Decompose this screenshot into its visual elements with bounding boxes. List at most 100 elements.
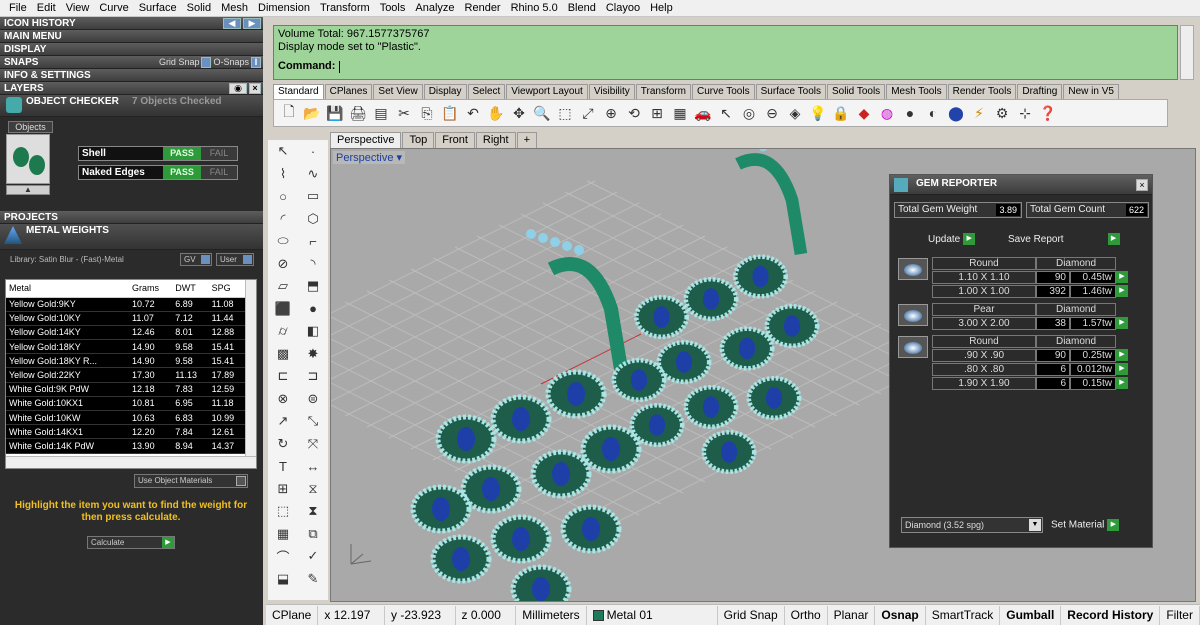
- table-row[interactable]: Yellow Gold:9KY 10.72 6.89 11.08: [6, 297, 246, 312]
- panel-header-snaps[interactable]: SNAPS Grid Snap O-Snaps I: [0, 56, 263, 69]
- copy-tool-icon[interactable]: ⤡: [298, 410, 328, 432]
- current-layer[interactable]: Metal 01: [587, 605, 718, 625]
- metal-weights-table[interactable]: Metal Grams DWT SPG Yellow Gold:9KY 10.72 6.8…: [5, 279, 257, 469]
- gem-size-row[interactable]: .80 X .80 6 0.012tw ▶: [932, 363, 1128, 376]
- dimension-icon[interactable]: ↔: [298, 455, 328, 477]
- status-toggle-smarttrack[interactable]: SmartTrack: [926, 605, 1001, 625]
- solid-edit-icon[interactable]: ⬚: [268, 500, 298, 522]
- split-icon[interactable]: ⊜: [298, 388, 328, 410]
- move-icon[interactable]: ✥: [508, 102, 530, 124]
- rectangle-icon[interactable]: ▭: [298, 185, 328, 207]
- gem-size-row[interactable]: 1.90 X 1.90 6 0.15tw ▶: [932, 377, 1128, 390]
- open-folder-icon[interactable]: 📂: [301, 102, 323, 124]
- status-toggle-gumball[interactable]: Gumball: [1000, 605, 1062, 625]
- lock-icon[interactable]: 🔒: [830, 102, 852, 124]
- menu-tools[interactable]: Tools: [375, 2, 411, 14]
- menu-blend[interactable]: Blend: [563, 2, 601, 14]
- check-icon[interactable]: ✓: [298, 545, 328, 567]
- status-toggle-record-history[interactable]: Record History: [1061, 605, 1161, 625]
- rotate-view-icon[interactable]: ⟲: [623, 102, 645, 124]
- render-icon[interactable]: ⬤: [945, 102, 967, 124]
- add-viewport-tab[interactable]: +: [516, 132, 538, 148]
- material-icon[interactable]: ◆: [853, 102, 875, 124]
- select-gems-button[interactable]: ▶: [1116, 317, 1128, 329]
- trim-icon[interactable]: ⊐: [298, 365, 328, 387]
- viewport-title[interactable]: Perspective ▾: [333, 151, 406, 164]
- analyze-icon[interactable]: ⧗: [298, 500, 328, 522]
- sphere-icon[interactable]: ●: [298, 298, 328, 320]
- update-button[interactable]: Update ▶: [928, 233, 976, 247]
- four-view-icon[interactable]: ⊞: [646, 102, 668, 124]
- ellipse-icon[interactable]: ⬭: [268, 230, 298, 252]
- copy-icon[interactable]: ⎘: [416, 102, 438, 124]
- set-material-button[interactable]: Set Material ▶: [1051, 519, 1120, 531]
- move-tool-icon[interactable]: ↗: [268, 410, 298, 432]
- column-header-dwt[interactable]: DWT: [172, 280, 209, 298]
- mesh-icon[interactable]: ▩: [268, 343, 298, 365]
- cylinder-icon[interactable]: ⌭: [268, 320, 298, 342]
- tab-set-view[interactable]: Set View: [373, 84, 423, 99]
- status-toggle-filter[interactable]: Filter: [1160, 605, 1200, 625]
- offset-icon[interactable]: ⊘: [268, 253, 298, 275]
- grid-array-icon[interactable]: ▦: [268, 523, 298, 545]
- render-sphere-icon[interactable]: ●: [899, 102, 921, 124]
- point-icon[interactable]: ◎: [738, 102, 760, 124]
- cut-icon[interactable]: ✂: [393, 102, 415, 124]
- new-file-icon[interactable]: 🗋: [278, 102, 300, 124]
- shell-fail[interactable]: FAIL: [201, 147, 237, 160]
- forward-arrow-icon[interactable]: ▶: [243, 18, 261, 29]
- tab-display[interactable]: Display: [423, 84, 467, 99]
- text-icon[interactable]: T: [268, 455, 298, 477]
- select-arrow-icon[interactable]: ↖: [268, 140, 298, 162]
- surface-icon[interactable]: ▱: [268, 275, 298, 297]
- table-row[interactable]: White Gold:9K PdW 12.18 7.83 12.59: [6, 382, 246, 397]
- tab-standard[interactable]: Standard: [273, 84, 324, 99]
- tab-select[interactable]: Select: [467, 84, 506, 99]
- fillet-icon[interactable]: ◝: [298, 253, 328, 275]
- objects-tab[interactable]: Objects: [8, 121, 53, 133]
- layout-icon[interactable]: ⬓: [268, 568, 298, 590]
- menu-surface[interactable]: Surface: [134, 2, 182, 14]
- print-icon[interactable]: 🖨: [347, 102, 369, 124]
- light-icon[interactable]: 💡: [807, 102, 829, 124]
- tab-viewport-layout[interactable]: Viewport Layout: [506, 84, 588, 99]
- pan-hand-icon[interactable]: ✋: [485, 102, 507, 124]
- table-row[interactable]: Yellow Gold:18KY R... 14.90 9.58 15.41: [6, 353, 246, 369]
- help-icon[interactable]: ❓: [1037, 102, 1059, 124]
- fillet-curve-icon[interactable]: ⌐: [298, 230, 328, 252]
- rotate-icon[interactable]: ↻: [268, 433, 298, 455]
- history-icon[interactable]: ⧉: [298, 523, 328, 545]
- gem-size-row[interactable]: .90 X .90 90 0.25tw ▶: [932, 349, 1128, 362]
- menu-view[interactable]: View: [61, 2, 95, 14]
- properties-icon[interactable]: ▤: [370, 102, 392, 124]
- column-header-spg[interactable]: SPG: [208, 280, 246, 298]
- array-icon[interactable]: ⊞: [268, 478, 298, 500]
- table-row[interactable]: White Gold:10KW 10.63 6.83 10.99: [6, 410, 246, 426]
- status-toggle-grid-snap[interactable]: Grid Snap: [718, 605, 785, 625]
- options-gear-icon[interactable]: ⚙: [991, 102, 1013, 124]
- zoom-icon[interactable]: 🔍: [531, 102, 553, 124]
- paint-icon[interactable]: ✎: [298, 568, 328, 590]
- zoom-extents-icon[interactable]: ⤢: [577, 102, 599, 124]
- paste-icon[interactable]: 📋: [439, 102, 461, 124]
- table-row[interactable]: White Gold:14K PdW 13.90 8.94 14.37: [6, 438, 246, 454]
- select-gems-button[interactable]: ▶: [1116, 363, 1128, 375]
- use-object-materials-checkbox[interactable]: Use Object Materials: [134, 474, 248, 488]
- gem-thumbnail[interactable]: [898, 258, 928, 280]
- calculate-button[interactable]: Calculate ▶: [87, 536, 175, 549]
- point-icon[interactable]: ·: [298, 140, 328, 162]
- tab-render-tools[interactable]: Render Tools: [947, 84, 1017, 99]
- tab-new-in-v5[interactable]: New in V5: [1063, 84, 1119, 99]
- lamp-icon[interactable]: ⚡: [968, 102, 990, 124]
- curve-icon[interactable]: ∿: [298, 163, 328, 185]
- panel-header-display[interactable]: DISPLAY: [0, 43, 263, 56]
- gem-thumbnail[interactable]: [898, 336, 928, 358]
- shaded-sphere-icon[interactable]: ◐: [922, 102, 944, 124]
- user-toggle[interactable]: User: [216, 253, 254, 266]
- scale-icon[interactable]: ⤧: [298, 433, 328, 455]
- menu-render[interactable]: Render: [460, 2, 506, 14]
- box-icon[interactable]: ⬛: [268, 298, 298, 320]
- grid-icon[interactable]: ▦: [669, 102, 691, 124]
- tab-drafting[interactable]: Drafting: [1017, 84, 1063, 99]
- panel-header-projects[interactable]: PROJECTS: [0, 211, 263, 224]
